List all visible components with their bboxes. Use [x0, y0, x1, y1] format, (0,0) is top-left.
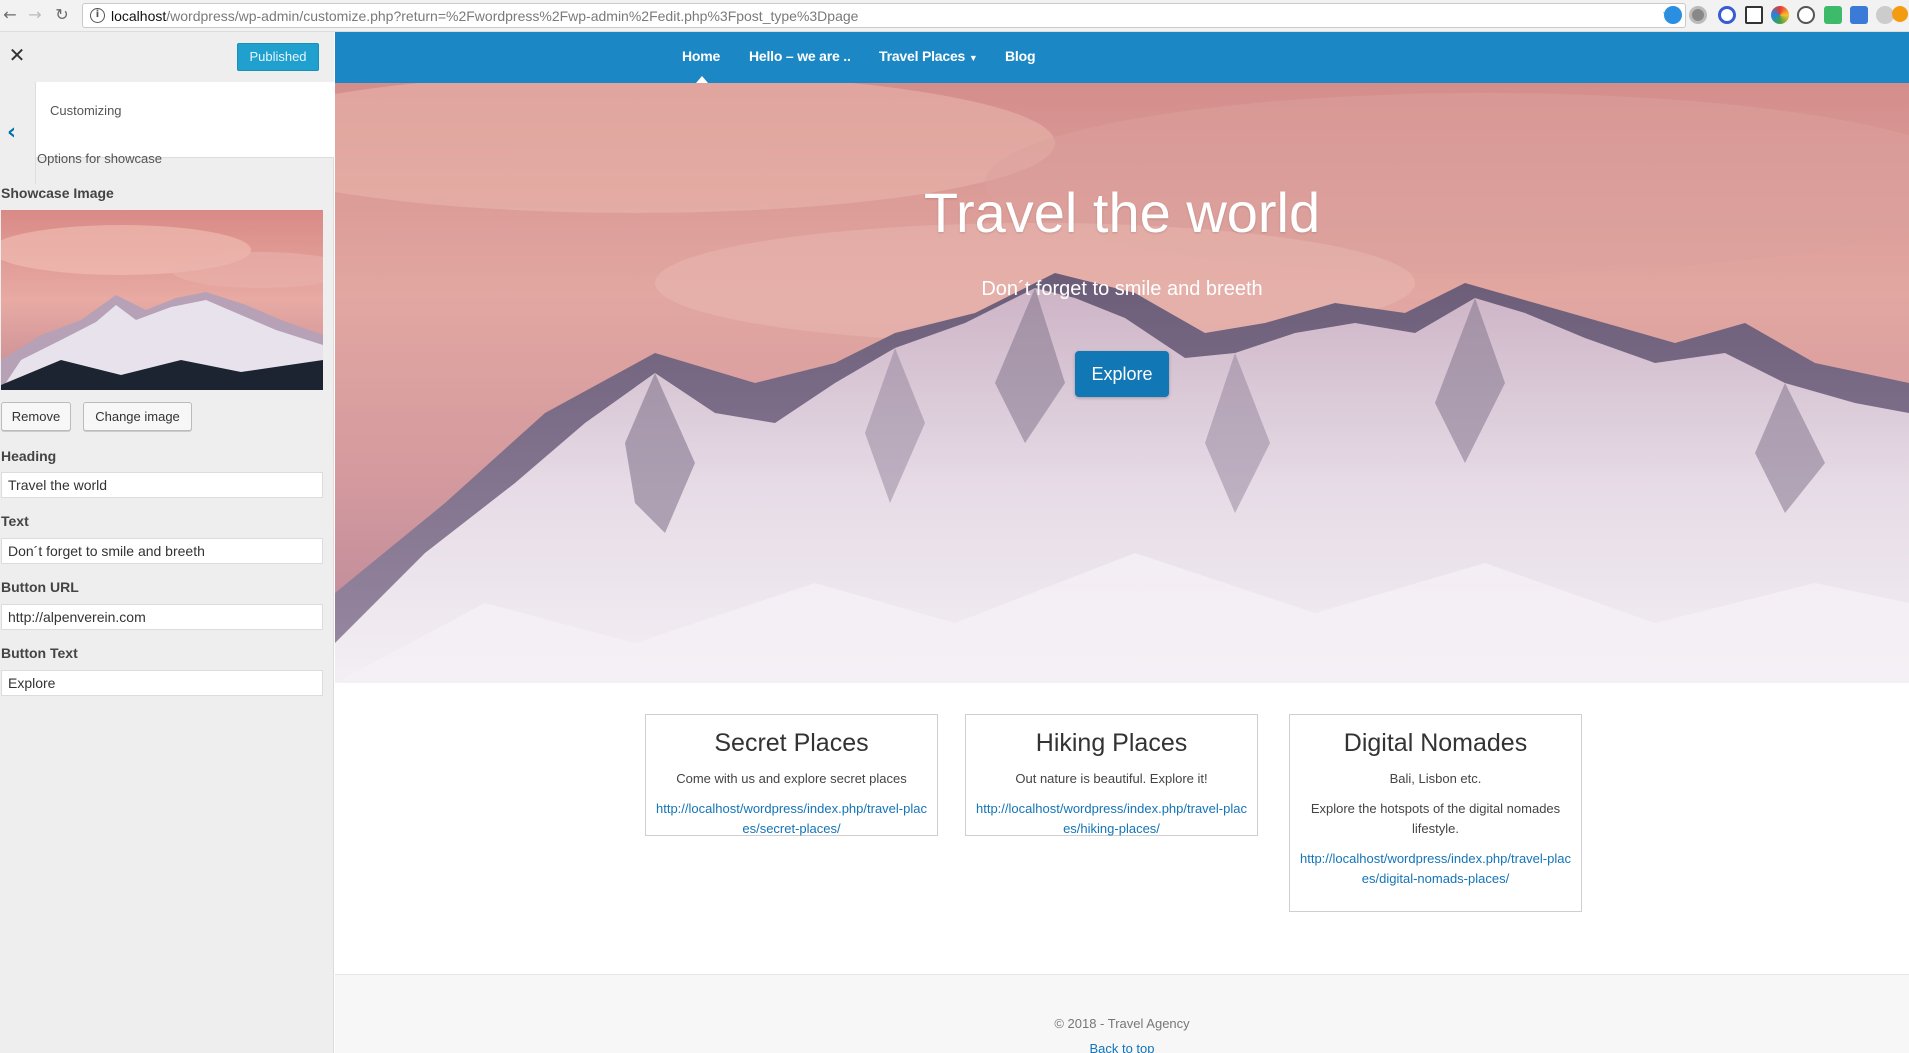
extension-icon[interactable]: [1689, 6, 1707, 24]
button-text-field[interactable]: Explore: [1, 670, 323, 696]
extension-icon[interactable]: [1718, 6, 1736, 24]
caret-down-icon: ▼: [968, 53, 978, 63]
text-field[interactable]: Don´t forget to smile and breeth: [1, 538, 323, 564]
back-to-top-link[interactable]: Back to top: [335, 1041, 1909, 1053]
hero-title: Travel the world: [923, 181, 1321, 244]
footer-copyright: © 2018 - Travel Agency: [1054, 1016, 1190, 1031]
extension-icon[interactable]: [1664, 6, 1682, 24]
nav-home[interactable]: Home: [682, 48, 720, 64]
url-path: /wordpress/wp-admin/customize.php?return…: [166, 8, 859, 24]
card-secret-places: Secret Places Come with us and explore s…: [645, 714, 938, 836]
chevron-left-icon: ‹: [7, 120, 17, 145]
customizer-header: ✕ Published: [0, 32, 334, 82]
publish-button[interactable]: Published: [237, 43, 319, 71]
card-hiking-places: Hiking Places Out nature is beautiful. E…: [965, 714, 1258, 836]
card-text-secondary: Explore the hotspots of the digital noma…: [1310, 801, 1561, 836]
arrow-left-icon[interactable]: ←: [0, 5, 20, 25]
heading-label: Heading: [1, 448, 57, 464]
showcase-hero: Travel the world Don´t forget to smile a…: [335, 83, 1909, 683]
nav-blog[interactable]: Blog: [1005, 48, 1036, 64]
extension-icon[interactable]: [1850, 6, 1868, 24]
extension-icon[interactable]: [1824, 6, 1842, 24]
section-header: Customizing: [36, 82, 334, 158]
change-image-button[interactable]: Change image: [83, 402, 192, 431]
card-link[interactable]: http://localhost/wordpress/index.php/tra…: [656, 799, 927, 839]
card-link[interactable]: http://localhost/wordpress/index.php/tra…: [976, 799, 1247, 839]
reload-icon[interactable]: ↻: [52, 5, 72, 25]
section-description: Options for showcase: [37, 151, 163, 166]
site-footer: © 2018 - Travel Agency Back to top: [335, 974, 1909, 1053]
card-title: Secret Places: [714, 729, 869, 757]
card-title: Digital Nomades: [1343, 729, 1528, 757]
card-digital-nomades: Digital Nomades Bali, Lisbon etc. Explor…: [1289, 714, 1582, 912]
hero-text: Don´t forget to smile and breeth: [981, 278, 1263, 300]
section-title: Customizing: [50, 103, 122, 118]
button-text-label: Button Text: [1, 645, 78, 661]
extension-icon[interactable]: [1892, 6, 1908, 22]
card-text: Bali, Lisbon etc.: [1389, 771, 1482, 786]
heading-field[interactable]: Travel the world: [1, 472, 323, 498]
recycle-icon[interactable]: [1797, 6, 1815, 24]
card-text: Come with us and explore secret places: [676, 771, 907, 786]
back-button[interactable]: ‹: [0, 82, 36, 184]
info-icon[interactable]: i: [90, 8, 105, 23]
nav-hello[interactable]: Hello – we are ..: [749, 48, 851, 64]
showcase-image-thumbnail[interactable]: [1, 210, 323, 390]
arrow-right-icon[interactable]: →: [25, 5, 45, 25]
card-title: Hiking Places: [1035, 729, 1188, 757]
showcase-image-label: Showcase Image: [1, 185, 114, 201]
remove-image-button[interactable]: Remove: [1, 402, 71, 431]
text-label: Text: [1, 513, 29, 529]
browser-toolbar: ← → ↻ i localhost/wordpress/wp-admin/cus…: [0, 0, 1909, 32]
card-link[interactable]: http://localhost/wordpress/index.php/tra…: [1300, 849, 1571, 889]
extension-icon[interactable]: [1771, 6, 1789, 24]
card-text: Out nature is beautiful. Explore it!: [1015, 771, 1208, 786]
nav-travel-places[interactable]: Travel Places ▼: [879, 48, 978, 64]
url-host: localhost: [111, 8, 167, 24]
screenshot-icon[interactable]: [1745, 6, 1763, 24]
url-text: localhost/wordpress/wp-admin/customize.p…: [111, 8, 858, 24]
address-bar[interactable]: i localhost/wordpress/wp-admin/customize…: [82, 3, 1686, 28]
active-indicator: [696, 76, 708, 83]
nav-travel-places-label: Travel Places: [879, 48, 966, 64]
site-navigation: Home Hello – we are .. Travel Places ▼ B…: [335, 32, 1909, 83]
button-url-label: Button URL: [1, 579, 79, 595]
explore-button[interactable]: Explore: [1075, 351, 1169, 397]
customizer-sidebar: ✕ Published ‹ Customizing Options for sh…: [0, 32, 334, 1053]
button-url-field[interactable]: http://alpenverein.com: [1, 604, 323, 630]
close-icon[interactable]: ✕: [6, 44, 28, 66]
site-preview: Home Hello – we are .. Travel Places ▼ B…: [335, 32, 1909, 1053]
